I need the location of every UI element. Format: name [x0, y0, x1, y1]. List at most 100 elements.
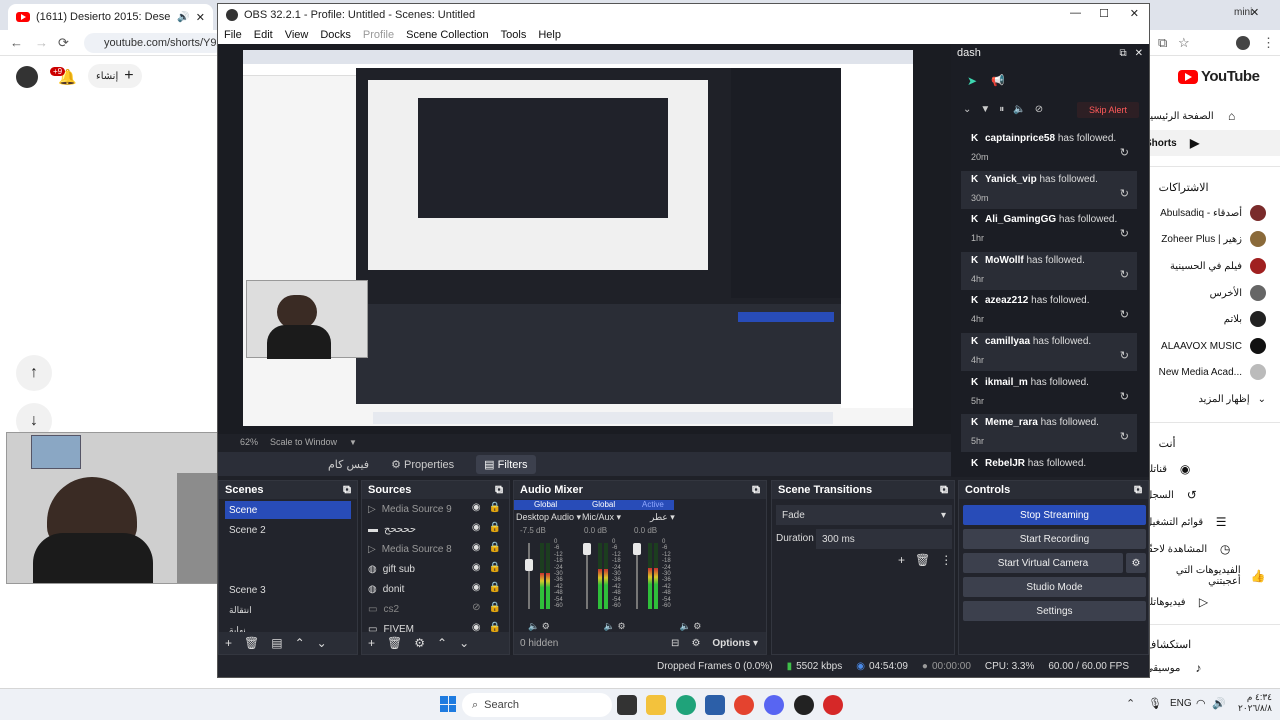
- replay-icon[interactable]: ↻: [1120, 227, 1129, 240]
- start-recording-button[interactable]: Start Recording: [963, 529, 1146, 549]
- menu-view[interactable]: View: [285, 29, 309, 41]
- channel-item[interactable]: Abulsadiq - أصدقاء: [1145, 200, 1280, 226]
- source-item[interactable]: ▷ Media Source 8 ◉ 🔒: [362, 539, 509, 559]
- advanced-audio-icon[interactable]: ⚙: [691, 638, 700, 649]
- arrow-up-icon[interactable]: ⌃: [437, 636, 447, 650]
- alert-item[interactable]: K Ali_GamingGG has followed. 1hr ↻: [961, 211, 1137, 249]
- settings-button[interactable]: Settings: [963, 601, 1146, 621]
- add-icon[interactable]: +: [898, 553, 905, 567]
- arrow-up-icon[interactable]: ⌃: [295, 636, 305, 650]
- source-item[interactable]: ▭ cs2 ⊘ 🔒: [362, 599, 509, 619]
- language-indicator[interactable]: ENG: [1170, 698, 1192, 709]
- channel-item[interactable]: بلاتم: [1145, 306, 1280, 332]
- trash-icon[interactable]: 🗑: [387, 636, 402, 650]
- minimize-icon[interactable]: —: [1070, 7, 1081, 19]
- windows-start-icon[interactable]: [440, 696, 456, 712]
- source-item[interactable]: ▷ Media Source 9 ◉ 🔒: [362, 499, 509, 519]
- tray-chevron-icon[interactable]: ⌃: [1126, 697, 1135, 710]
- zoom-level[interactable]: 62%: [240, 437, 258, 447]
- clock[interactable]: ٤:٣٤ م ٢٠٢٦/٨/٨: [1236, 692, 1272, 714]
- pause-icon[interactable]: ⏸: [999, 104, 1004, 115]
- eye-icon[interactable]: ◉: [472, 522, 481, 533]
- sidebar-item-your-channel[interactable]: ◉ قناتك: [1145, 456, 1280, 482]
- eye-icon[interactable]: ◉: [472, 562, 481, 573]
- wifi-icon[interactable]: ◠: [1196, 697, 1206, 710]
- send-icon[interactable]: ➤: [967, 74, 977, 88]
- add-icon[interactable]: +: [225, 636, 232, 650]
- alert-item[interactable]: K RebelJR has followed.: [961, 455, 1137, 477]
- eye-hidden-icon[interactable]: ⊘: [472, 602, 480, 613]
- menu-profile[interactable]: Profile: [363, 29, 394, 41]
- back-icon[interactable]: ←: [10, 35, 23, 50]
- profile-avatar[interactable]: [1236, 36, 1250, 50]
- edge-icon[interactable]: [676, 695, 696, 715]
- replay-icon[interactable]: ↻: [1120, 349, 1129, 362]
- arrow-down-icon[interactable]: ⌄: [459, 636, 469, 650]
- properties-button[interactable]: ⚙ Properties: [383, 455, 462, 474]
- volume-icon[interactable]: 🔈 ⚙: [528, 621, 550, 632]
- start-virtual-camera-button[interactable]: Start Virtual Camera: [963, 553, 1123, 573]
- float-icon[interactable]: ⧉: [752, 484, 760, 497]
- options-menu[interactable]: Options ▾: [712, 638, 758, 649]
- browser-tab[interactable]: (1611) Desierto 2015: Dese 🔊 ✕: [8, 4, 213, 30]
- translate-icon[interactable]: ⧉: [1158, 35, 1167, 51]
- channel-name[interactable]: عطر ▾: [650, 512, 675, 523]
- scene-item[interactable]: Scene 3: [225, 581, 351, 599]
- more-vertical-icon[interactable]: ⋮: [940, 553, 952, 567]
- youtube-logo[interactable]: YouTube: [1178, 68, 1260, 85]
- replay-icon[interactable]: ↻: [1120, 390, 1129, 403]
- scale-mode-select[interactable]: Scale to Window: [270, 437, 337, 447]
- sidebar-item-history[interactable]: ↺ السجلّ: [1145, 482, 1280, 508]
- transition-select[interactable]: Fade ▾: [776, 505, 952, 525]
- alert-item[interactable]: Kcamillyaa has followed. 4hr ↻: [961, 333, 1137, 371]
- alert-item[interactable]: K MoWollf has followed. 4hr ↻: [961, 252, 1137, 290]
- channel-item[interactable]: Zoheer Plus | زهير: [1145, 226, 1280, 252]
- previous-short-button[interactable]: ↑: [16, 355, 52, 391]
- discord-icon[interactable]: [764, 695, 784, 715]
- obs-taskbar-icon[interactable]: [794, 695, 814, 715]
- volume-slider-knob[interactable]: [583, 543, 591, 555]
- sidebar-item-liked[interactable]: 👍 الفيديوهات التي أعجبتني: [1145, 563, 1280, 589]
- trash-icon[interactable]: 🗑: [915, 553, 930, 567]
- replay-icon[interactable]: ↻: [1120, 146, 1129, 159]
- hidden-count[interactable]: 0 hidden: [520, 638, 558, 649]
- add-icon[interactable]: +: [368, 636, 375, 650]
- task-view-icon[interactable]: [617, 695, 637, 715]
- volume-slider-knob[interactable]: [633, 543, 641, 555]
- scene-item[interactable]: انتقالة: [225, 601, 351, 619]
- close-icon[interactable]: ✕: [1130, 7, 1139, 20]
- tab-close-icon[interactable]: ✕: [196, 11, 205, 24]
- menu-scene-collection[interactable]: Scene Collection: [406, 29, 489, 41]
- filter-icon[interactable]: ▼: [980, 104, 990, 115]
- alert-item[interactable]: Kcaptainprice58 has followed. 20m ↻: [961, 130, 1137, 168]
- chrome-menu-icon[interactable]: ⋮: [1262, 35, 1275, 51]
- window-close-icon[interactable]: ✕: [1250, 6, 1259, 19]
- scene-item[interactable]: Scene: [225, 501, 351, 519]
- lock-icon[interactable]: 🔒: [489, 502, 501, 513]
- float-icon[interactable]: ⧉: [495, 484, 503, 497]
- replay-icon[interactable]: ↻: [1120, 308, 1129, 321]
- menu-docks[interactable]: Docks: [320, 29, 351, 41]
- lock-icon[interactable]: 🔒: [489, 522, 501, 533]
- volume-slider-track[interactable]: [528, 543, 530, 609]
- source-item[interactable]: ◍ donit ◉ 🔒: [362, 579, 509, 599]
- you-header[interactable]: أنت‹: [1145, 430, 1280, 456]
- sidebar-item-music[interactable]: ♪ موسيقى: [1145, 655, 1280, 681]
- eye-icon[interactable]: ◉: [472, 542, 481, 553]
- alert-item[interactable]: Kikmail_m has followed. 5hr ↻: [961, 374, 1137, 412]
- taskbar-search[interactable]: ⌕ Search: [462, 693, 612, 717]
- sidebar-item-home[interactable]: ⌂ الصفحة الرئيسية: [1145, 103, 1280, 129]
- maximize-icon[interactable]: ☐: [1099, 7, 1109, 20]
- trash-icon[interactable]: 🗑: [244, 636, 259, 650]
- filters-button[interactable]: ▤ Filters: [476, 454, 536, 474]
- account-avatar[interactable]: [16, 66, 38, 88]
- lock-icon[interactable]: 🔒: [489, 582, 501, 593]
- float-icon[interactable]: ⧉: [1119, 48, 1126, 59]
- eye-icon[interactable]: ◉: [472, 582, 481, 593]
- address-bar[interactable]: youtube.com/shorts/Y9zicz: [84, 33, 224, 53]
- app-icon[interactable]: [823, 695, 843, 715]
- lock-icon[interactable]: 🔒: [489, 542, 501, 553]
- subscriptions-header[interactable]: الاشتراكات ‹: [1145, 174, 1280, 200]
- lock-icon[interactable]: 🔒: [489, 562, 501, 573]
- filter-icon[interactable]: ▤: [271, 636, 282, 650]
